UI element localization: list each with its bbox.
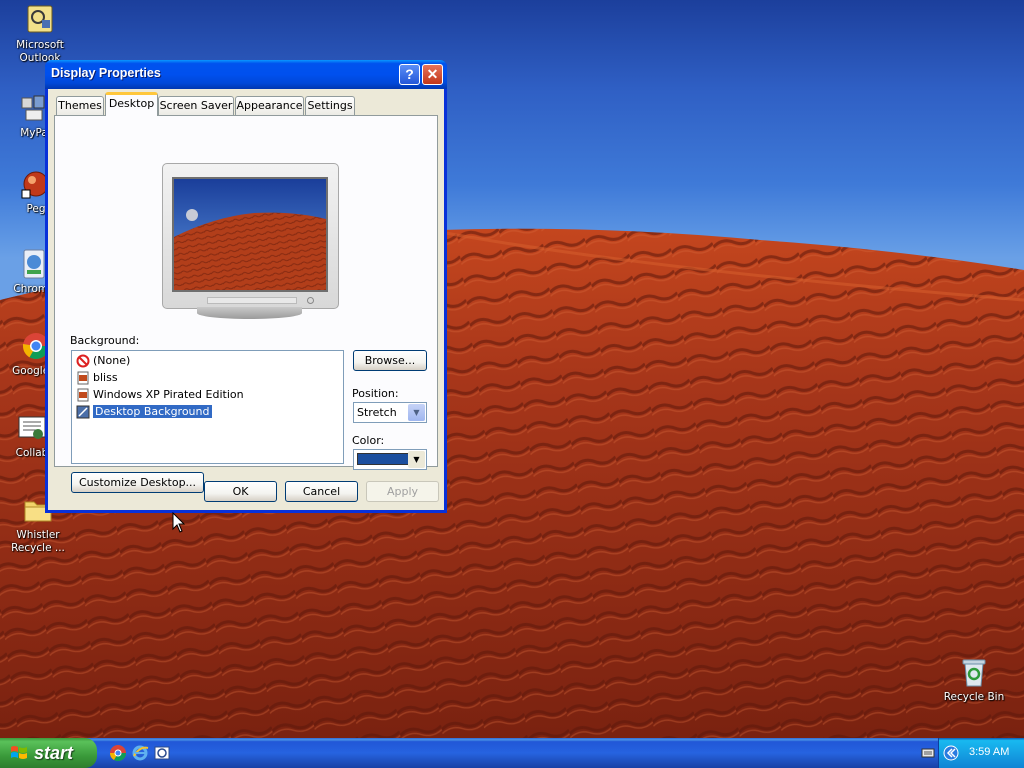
ie-icon[interactable] bbox=[131, 744, 149, 762]
tab-desktop[interactable]: Desktop bbox=[105, 92, 158, 116]
chrome-icon[interactable] bbox=[109, 744, 127, 762]
window-title: Display Properties bbox=[51, 66, 161, 80]
tab-settings[interactable]: Settings bbox=[305, 96, 355, 115]
recycle-bin-icon bbox=[958, 656, 990, 688]
position-select[interactable]: Stretch ▼ bbox=[353, 402, 427, 423]
list-item-bliss[interactable]: bliss bbox=[76, 370, 118, 386]
apply-button[interactable]: Apply bbox=[366, 481, 439, 502]
color-swatch bbox=[357, 453, 411, 465]
list-item-none[interactable]: (None) bbox=[76, 353, 130, 369]
image-file-icon bbox=[76, 371, 90, 385]
keyboard-icon[interactable] bbox=[921, 747, 935, 759]
desktop-icon-label: Recycle Bin bbox=[943, 691, 1005, 703]
list-item-label: Desktop Background bbox=[92, 404, 213, 419]
window-client-area: Themes Desktop Screen Saver Appearance S… bbox=[48, 89, 444, 510]
collab-icon bbox=[16, 412, 48, 444]
none-icon bbox=[76, 354, 90, 368]
start-label: start bbox=[34, 743, 74, 763]
cancel-button[interactable]: Cancel bbox=[285, 481, 358, 502]
list-item-windows-xp-pirated-edition[interactable]: Windows XP Pirated Edition bbox=[76, 387, 244, 403]
monitor-stand bbox=[197, 307, 302, 319]
color-label: Color: bbox=[352, 434, 385, 447]
position-value: Stretch bbox=[357, 406, 397, 419]
desktop-icon-outlook[interactable]: Microsoft Outlook bbox=[2, 4, 78, 65]
taskbar: start 3:59 AM bbox=[0, 738, 1024, 768]
monitor-bezel bbox=[162, 163, 339, 309]
windows-flag-icon bbox=[11, 746, 27, 759]
list-item-desktop-background[interactable]: Desktop Background bbox=[76, 404, 213, 420]
title-bar[interactable]: Display Properties ? ✕ bbox=[45, 60, 447, 89]
start-button[interactable]: start bbox=[0, 738, 97, 768]
mouse-cursor-icon bbox=[172, 512, 186, 533]
list-item-label: (None) bbox=[93, 354, 131, 367]
desktop-tab-panel: Background: (None) bliss Windows XP Pira… bbox=[54, 115, 438, 493]
desktop-icon-label: Whistler Recycle ... bbox=[11, 529, 65, 554]
wallpaper-preview bbox=[172, 177, 328, 292]
background-label: Background: bbox=[70, 334, 140, 347]
color-picker[interactable]: ▼ bbox=[353, 449, 427, 470]
ok-button[interactable]: OK bbox=[204, 481, 277, 502]
help-button[interactable]: ? bbox=[399, 64, 420, 85]
tab-themes[interactable]: Themes bbox=[56, 96, 104, 115]
background-list[interactable]: (None) bliss Windows XP Pirated Edition … bbox=[71, 350, 344, 464]
customize-desktop-button[interactable]: Customize Desktop... bbox=[71, 472, 204, 493]
image-file-icon bbox=[76, 388, 90, 402]
desktop-icon-recycle-bin[interactable]: Recycle Bin bbox=[936, 656, 1012, 704]
monitor-control-panel bbox=[207, 297, 297, 304]
browse-button[interactable]: Browse... bbox=[353, 350, 427, 371]
outlook-icon bbox=[24, 4, 56, 36]
power-button-icon bbox=[307, 297, 314, 304]
image-file-icon bbox=[76, 405, 90, 419]
outlook-express-icon[interactable] bbox=[153, 744, 171, 762]
close-button[interactable]: ✕ bbox=[422, 64, 443, 85]
list-item-label: Windows XP Pirated Edition bbox=[93, 388, 244, 401]
list-item-label: bliss bbox=[93, 371, 118, 384]
tab-appearance[interactable]: Appearance bbox=[235, 96, 304, 115]
expand-tray-icon[interactable] bbox=[943, 745, 959, 761]
chevron-down-icon[interactable]: ▼ bbox=[408, 404, 425, 421]
position-label: Position: bbox=[352, 387, 399, 400]
clock[interactable]: 3:59 AM bbox=[969, 746, 1009, 758]
system-tray: 3:59 AM bbox=[938, 738, 1024, 768]
chevron-down-icon[interactable]: ▼ bbox=[408, 451, 425, 468]
tab-screen-saver[interactable]: Screen Saver bbox=[158, 96, 234, 115]
display-properties-window: Display Properties ? ✕ Themes Desktop Sc… bbox=[45, 60, 447, 513]
monitor-preview bbox=[162, 163, 339, 319]
